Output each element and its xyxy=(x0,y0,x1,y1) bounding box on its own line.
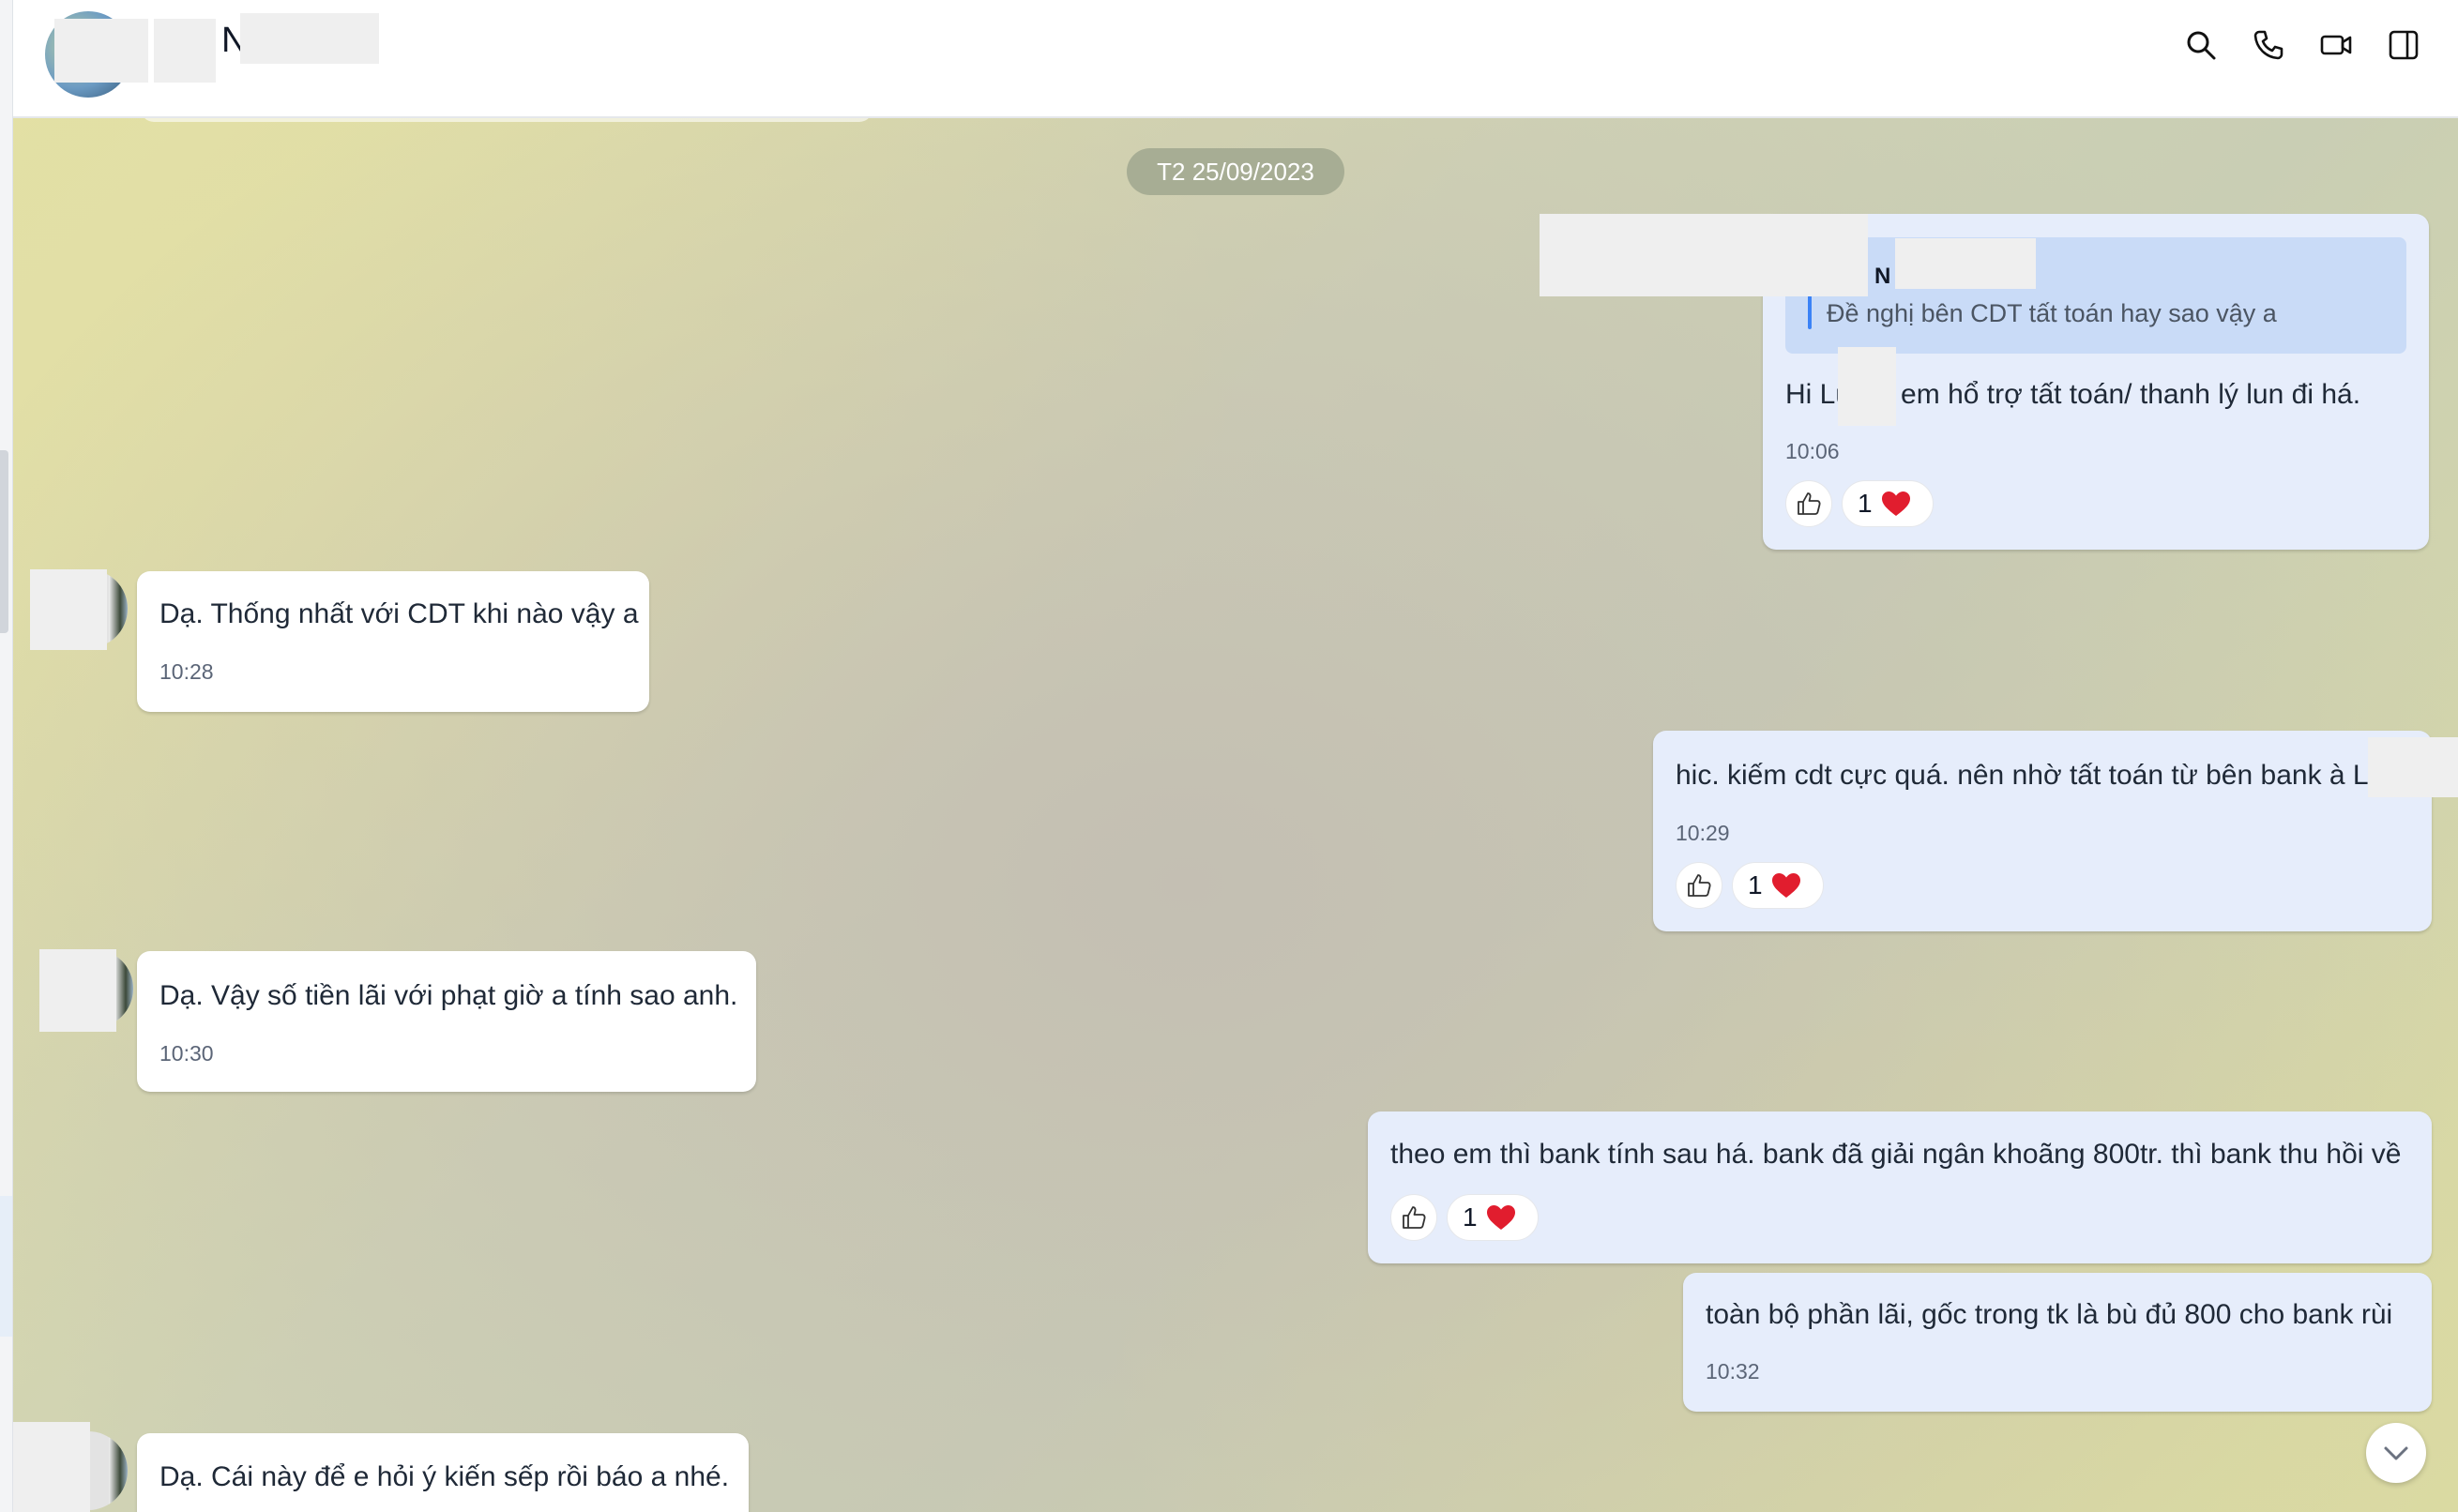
redaction xyxy=(240,13,379,64)
quote-bar xyxy=(1808,295,1812,329)
panel-highlight xyxy=(0,1196,12,1337)
redaction xyxy=(13,1422,90,1512)
previous-message-edge xyxy=(141,118,872,122)
header-actions xyxy=(2184,28,2420,62)
reaction-badge[interactable]: 1 xyxy=(1732,862,1824,909)
thumbs-up-icon xyxy=(1403,1206,1426,1229)
like-button[interactable] xyxy=(1785,480,1832,527)
message-text: hic. kiếm cdt cực quá. nên nhờ tất toán … xyxy=(1676,760,2385,791)
redaction xyxy=(1838,347,1896,426)
redaction xyxy=(154,19,216,83)
quoted-message[interactable]: N Đề nghị bên CDT tất toán hay sao vậy a xyxy=(1785,237,2406,354)
reaction-badge[interactable]: 1 xyxy=(1842,480,1934,527)
reaction-count: 1 xyxy=(1748,870,1763,900)
message-bubble-incoming[interactable]: Dạ. Cái này để e hỏi ý kiến sếp rồi báo … xyxy=(137,1433,749,1512)
message-bubble-incoming[interactable]: Dạ. Vậy số tiền lãi với phạt giờ a tính … xyxy=(137,951,756,1092)
heart-icon xyxy=(1771,873,1800,898)
scroll-to-bottom-button[interactable] xyxy=(2366,1423,2426,1483)
message-bubble-outgoing[interactable]: toàn bộ phần lãi, gốc trong tk là bù đủ … xyxy=(1683,1273,2432,1412)
like-button[interactable] xyxy=(1390,1194,1437,1241)
redaction xyxy=(2368,737,2458,797)
message-bubble-outgoing[interactable]: theo em thì bank tính sau há. bank đã gi… xyxy=(1368,1111,2432,1263)
message-bubble-incoming[interactable]: Dạ. Thống nhất với CDT khi nào vậy a 10:… xyxy=(137,571,649,712)
video-icon[interactable] xyxy=(2319,28,2353,62)
redaction xyxy=(39,949,116,1032)
message-bubble-outgoing[interactable]: hic. kiếm cdt cực quá. nên nhờ tất toán … xyxy=(1653,731,2432,931)
thumbs-up-icon xyxy=(1688,874,1711,897)
reaction-badge[interactable]: 1 xyxy=(1447,1194,1539,1241)
quote-author: N xyxy=(1874,264,1891,289)
reaction-count: 1 xyxy=(1463,1202,1478,1232)
redaction xyxy=(54,19,148,83)
search-icon[interactable] xyxy=(2184,28,2218,62)
chat-header: N xyxy=(13,0,2458,118)
heart-icon xyxy=(1486,1205,1515,1230)
panel-toggle-icon[interactable] xyxy=(2387,28,2420,62)
date-separator: T2 25/09/2023 xyxy=(1127,148,1344,195)
chat-area[interactable]: T2 25/09/2023 N Đề nghị bên CDT tất toán… xyxy=(13,118,2458,1512)
quote-text: Đề nghị bên CDT tất toán hay sao vậy a xyxy=(1827,299,2277,327)
message-time: 10:06 xyxy=(1785,439,1840,463)
message-time: 10:32 xyxy=(1706,1359,1760,1383)
heart-icon xyxy=(1881,491,1910,516)
message-text: Dạ. Cái này để e hỏi ý kiến sếp rồi báo … xyxy=(159,1461,730,1492)
thumbs-up-icon xyxy=(1798,492,1821,515)
redaction xyxy=(1540,214,1868,296)
panel-scrollbar[interactable] xyxy=(0,450,8,633)
message-time: 10:28 xyxy=(159,659,214,684)
like-button[interactable] xyxy=(1676,862,1722,909)
message-text: Dạ. Thống nhất với CDT khi nào vậy a xyxy=(159,598,639,629)
redaction xyxy=(1895,238,2036,289)
message-text: Dạ. Vậy số tiền lãi với phạt giờ a tính … xyxy=(159,980,738,1011)
message-text: toàn bộ phần lãi, gốc trong tk là bù đủ … xyxy=(1706,1299,2393,1330)
redaction xyxy=(30,569,107,650)
chevron-down-icon xyxy=(2384,1446,2408,1460)
message-time: 10:30 xyxy=(159,1041,214,1066)
message-text: theo em thì bank tính sau há. bank đã gi… xyxy=(1390,1139,2402,1170)
phone-icon[interactable] xyxy=(2252,28,2285,62)
left-panel-edge xyxy=(0,0,13,1512)
message-time: 10:29 xyxy=(1676,821,1730,845)
reaction-count: 1 xyxy=(1858,489,1873,518)
